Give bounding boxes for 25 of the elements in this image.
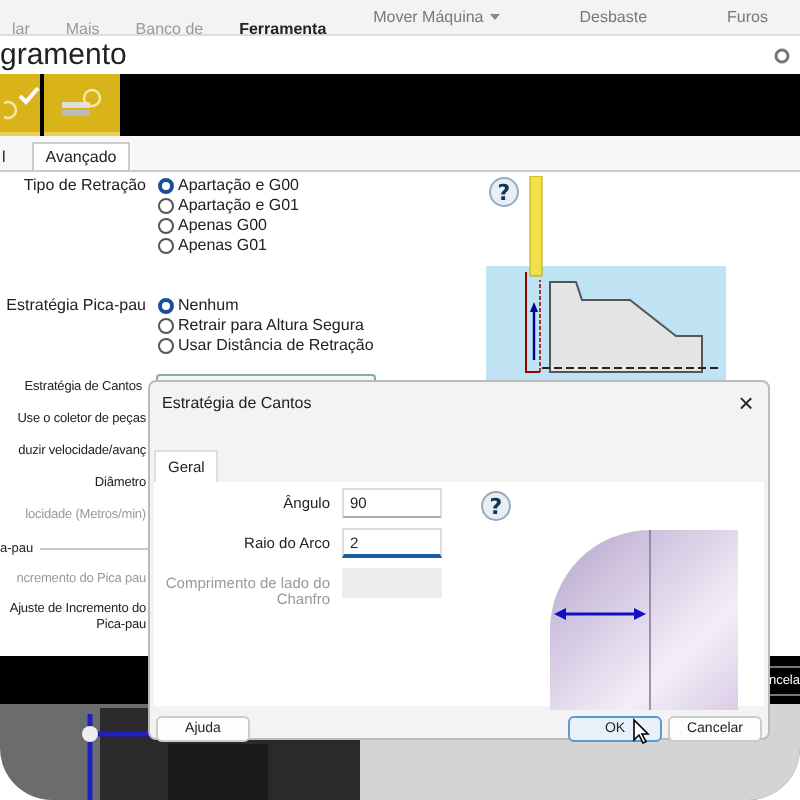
radio-option[interactable]: Retrair para Altura Segura (158, 316, 374, 336)
help-icon[interactable]: ? (478, 490, 514, 526)
toolbar-button[interactable] (0, 74, 40, 136)
close-button[interactable]: × (732, 387, 760, 417)
ribbon-button[interactable]: Mover Máquina (373, 8, 500, 26)
check-icon (4, 85, 40, 121)
toolbar-button[interactable] (44, 74, 120, 136)
ribbon-button[interactable]: Desbaste (579, 8, 648, 26)
field-label: Tipo de Retração (21, 176, 146, 198)
tab[interactable]: Avançado (31, 142, 131, 170)
radio-option[interactable]: Apartação e G00 (158, 176, 299, 196)
window-title: gramento (0, 38, 127, 72)
dialog-title: Estratégia de Cantos (162, 393, 312, 411)
tab[interactable]: l (0, 142, 20, 170)
radio-option[interactable]: Nenhum (158, 296, 374, 316)
ribbon-button[interactable]: Ferramenta (239, 22, 327, 38)
caret-icon (489, 13, 500, 21)
radio-option[interactable]: Apenas G00 (158, 216, 299, 236)
radio-option[interactable]: Apartação e G01 (158, 196, 299, 216)
insert-icon (60, 87, 104, 119)
help-icon[interactable]: ? (486, 176, 522, 212)
radio-option[interactable]: Apenas G01 (158, 236, 299, 256)
ribbon-button[interactable]: Furos (727, 8, 768, 26)
field-label: Estratégia Pica-pau (4, 296, 146, 318)
radio-option[interactable]: Usar Distância de Retração (158, 336, 374, 356)
